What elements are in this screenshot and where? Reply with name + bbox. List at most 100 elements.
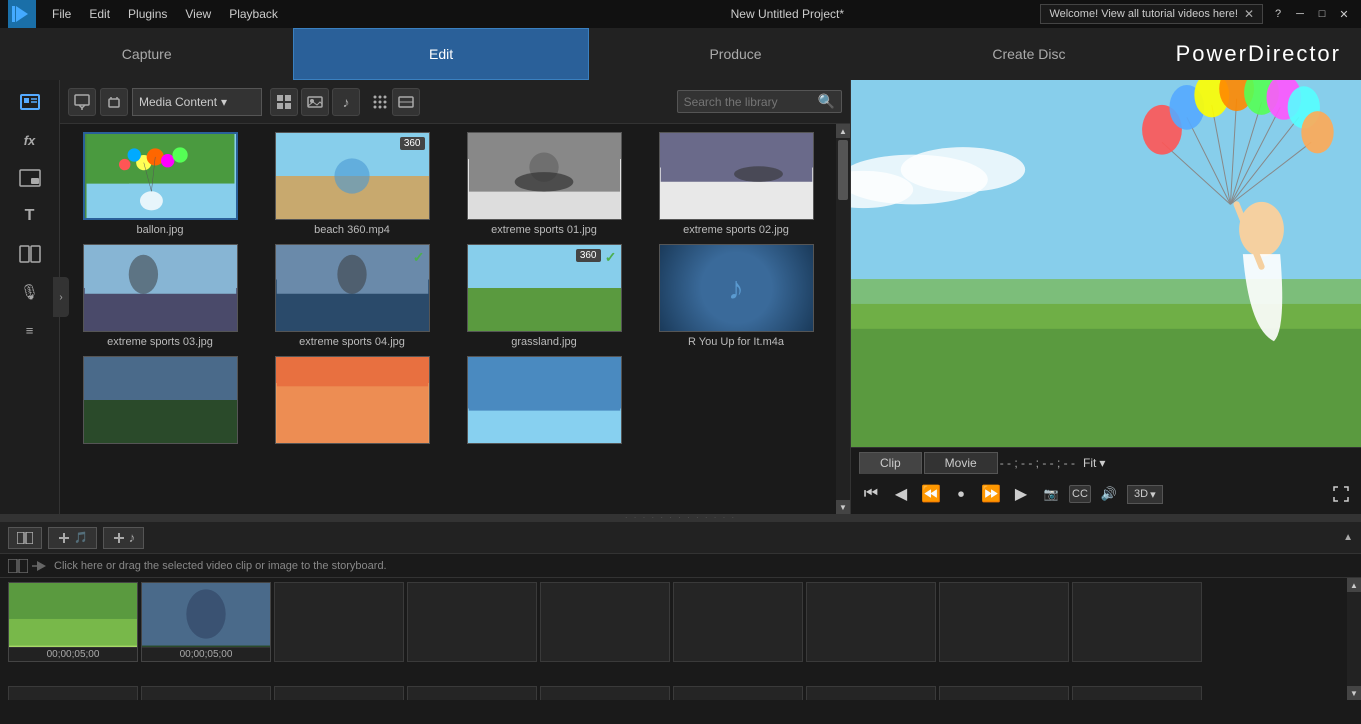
fullscreen-button[interactable] xyxy=(1329,482,1353,506)
clip-tab[interactable]: Clip xyxy=(859,452,922,474)
step-back-button[interactable]: ⏪ xyxy=(919,482,943,506)
dropdown-label: Media Content xyxy=(139,95,217,109)
storyboard-cell-empty-9[interactable] xyxy=(1072,582,1202,662)
view-fit-button[interactable] xyxy=(392,88,420,116)
nav-edit[interactable]: Edit xyxy=(293,28,588,80)
storyboard-cell-1[interactable]: 00;00;05;00 xyxy=(8,582,138,662)
storyboard-scroll-down[interactable]: ▼ xyxy=(1347,686,1361,700)
volume-button[interactable]: 🔊 xyxy=(1097,482,1121,506)
360-badge-grassland: 360 xyxy=(576,249,601,262)
media-thumb-beach360: 360 xyxy=(275,132,430,220)
scroll-down-button[interactable]: ▼ xyxy=(836,500,850,514)
storyboard-cell-r2-4[interactable] xyxy=(407,686,537,700)
library-scrollbar: ▲ ▼ xyxy=(836,124,850,514)
media-item-extreme02[interactable]: extreme sports 02.jpg xyxy=(644,132,828,236)
sidebar-icon-transition[interactable] xyxy=(8,236,52,272)
media-item-row3b[interactable] xyxy=(260,356,444,448)
sidebar-icon-subtitle[interactable]: ≡ xyxy=(8,312,52,348)
media-item-balloon[interactable]: ballon.jpg xyxy=(68,132,252,236)
storyboard-cell-empty-7[interactable] xyxy=(806,582,936,662)
welcome-close-button[interactable]: ✕ xyxy=(1244,7,1254,21)
sidebar-icon-media[interactable] xyxy=(8,84,52,120)
storyboard-cell-r2-1[interactable] xyxy=(8,686,138,700)
plugin-button[interactable] xyxy=(100,88,128,116)
media-item-music[interactable]: ♪ R You Up for It.m4a xyxy=(644,244,828,348)
media-label-extreme03: extreme sports 03.jpg xyxy=(107,336,213,348)
storyboard-time-1: 00;00;05;00 xyxy=(9,647,137,661)
search-input[interactable] xyxy=(684,95,814,109)
storyboard-cell-empty-3[interactable] xyxy=(274,582,404,662)
grid-size-control[interactable] xyxy=(372,94,388,110)
minimize-button[interactable]: ─ xyxy=(1291,6,1309,22)
media-item-beach360[interactable]: 360 beach 360.mp4 xyxy=(260,132,444,236)
storyboard-view-button[interactable] xyxy=(8,527,42,549)
menu-plugins[interactable]: Plugins xyxy=(120,5,175,23)
media-thumb-music: ♪ xyxy=(659,244,814,332)
media-item-row3c[interactable] xyxy=(452,356,636,448)
media-item-grassland[interactable]: 360 ✓ grassland.jpg xyxy=(452,244,636,348)
prev-frame-button[interactable]: ◀ xyxy=(889,482,913,506)
sidebar-icon-title[interactable]: T xyxy=(8,198,52,234)
view-music-button[interactable]: ♪ xyxy=(332,88,360,116)
media-thumb-row3c xyxy=(467,356,622,444)
storyboard-cell-r2-9[interactable] xyxy=(1072,686,1202,700)
movie-tab[interactable]: Movie xyxy=(924,452,998,474)
storyboard-cell-r2-2[interactable] xyxy=(141,686,271,700)
storyboard-cell-r2-8[interactable] xyxy=(939,686,1069,700)
add-audio-button[interactable]: ♪ xyxy=(103,527,145,549)
storyboard-cell-empty-8[interactable] xyxy=(939,582,1069,662)
step-fwd-button[interactable]: ⏩ xyxy=(979,482,1003,506)
content-type-dropdown[interactable]: Media Content ▾ xyxy=(132,88,262,116)
storyboard-cell-r2-3[interactable] xyxy=(274,686,404,700)
sidebar-collapse-button[interactable]: › xyxy=(53,277,69,317)
fit-dropdown[interactable]: Fit ▾ xyxy=(1083,456,1105,470)
nav-produce[interactable]: Produce xyxy=(589,28,882,80)
storyboard-cell-empty-4[interactable] xyxy=(407,582,537,662)
close-button[interactable]: ✕ xyxy=(1335,6,1353,22)
sidebar-icon-audio[interactable]: 🎙 xyxy=(8,274,52,310)
storyboard-hint: Click here or drag the selected video cl… xyxy=(0,554,1361,578)
next-frame-button[interactable]: ▶ xyxy=(1009,482,1033,506)
snapshot-button[interactable]: 📷 xyxy=(1039,482,1063,506)
media-label-beach360: beach 360.mp4 xyxy=(314,224,390,236)
storyboard-scroll-up[interactable]: ▲ xyxy=(1347,578,1361,592)
nav-create-disc[interactable]: Create Disc xyxy=(882,28,1175,80)
storyboard-cell-r2-7[interactable] xyxy=(806,686,936,700)
menu-playback[interactable]: Playback xyxy=(221,5,286,23)
storyboard-cell-2[interactable]: 00;00;05;00 xyxy=(141,582,271,662)
nav-capture[interactable]: Capture xyxy=(0,28,293,80)
three-d-button[interactable]: 3D ▾ xyxy=(1127,485,1163,504)
storyboard-cell-r2-6[interactable] xyxy=(673,686,803,700)
sidebar-icon-fx[interactable]: fx xyxy=(8,122,52,158)
storyboard-scroll-up-button[interactable]: ▲ xyxy=(1343,532,1353,543)
storyboard-cell-empty-5[interactable] xyxy=(540,582,670,662)
menu-view[interactable]: View xyxy=(177,5,219,23)
add-track-label: 🎵 xyxy=(74,531,88,544)
media-item-extreme03[interactable]: extreme sports 03.jpg xyxy=(68,244,252,348)
search-icon: 🔍 xyxy=(818,93,835,110)
media-item-extreme01[interactable]: extreme sports 01.jpg xyxy=(452,132,636,236)
sidebar-icon-pip[interactable] xyxy=(8,160,52,196)
help-button[interactable]: ? xyxy=(1269,6,1287,22)
storyboard-cell-empty-6[interactable] xyxy=(673,582,803,662)
view-grid-button[interactable] xyxy=(270,88,298,116)
storyboard-cell-r2-5[interactable] xyxy=(540,686,670,700)
scroll-up-button[interactable]: ▲ xyxy=(836,124,850,138)
media-item-extreme04[interactable]: ✓ extreme sports 04.jpg xyxy=(260,244,444,348)
preview-video xyxy=(851,80,1361,447)
menu-edit[interactable]: Edit xyxy=(81,5,118,23)
storyboard-time-2: 00;00;05;00 xyxy=(142,647,270,661)
maximize-button[interactable]: □ xyxy=(1313,6,1331,22)
subtitles-button[interactable]: CC xyxy=(1069,485,1091,503)
storyboard-row-2 xyxy=(0,686,1347,700)
menu-file[interactable]: File xyxy=(44,5,79,23)
import-button[interactable] xyxy=(68,88,96,116)
play-to-start-button[interactable]: ⏮ xyxy=(859,482,883,506)
add-audio-track-button[interactable]: 🎵 xyxy=(48,527,97,549)
media-thumb-row3a xyxy=(83,356,238,444)
view-photo-button[interactable] xyxy=(301,88,329,116)
scroll-thumb[interactable] xyxy=(838,140,848,200)
media-item-row3a[interactable] xyxy=(68,356,252,448)
media-label-grassland: grassland.jpg xyxy=(511,336,576,348)
record-button[interactable]: ⏺ xyxy=(949,482,973,506)
